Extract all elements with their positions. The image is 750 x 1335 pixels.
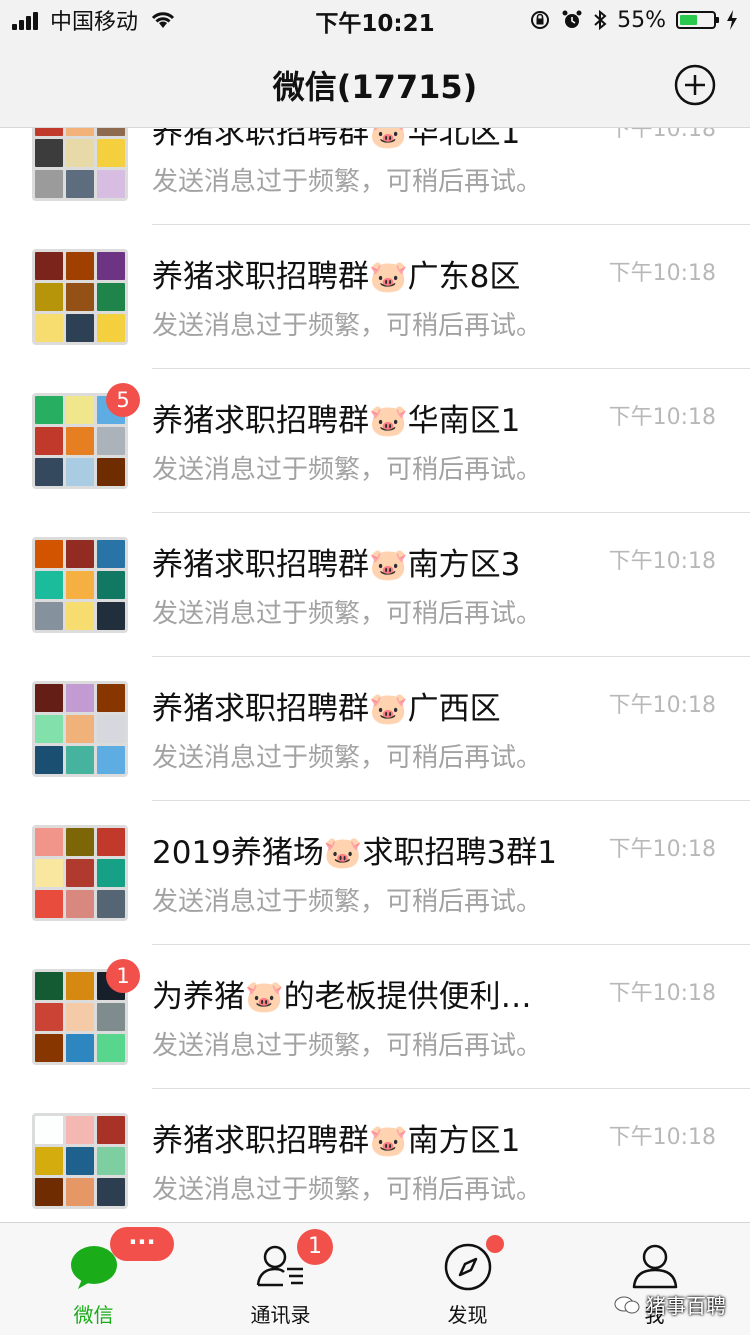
unread-badge: 1	[106, 959, 140, 993]
group-avatar	[32, 128, 128, 201]
chat-name: 养猪求职招聘群🐷南方区3	[152, 547, 521, 583]
chat-name: 2019养猪场🐷求职招聘3群1	[152, 835, 557, 871]
chat-name: 养猪求职招聘群🐷华南区1	[152, 403, 521, 439]
group-avatar	[32, 1113, 128, 1209]
chat-row[interactable]: 养猪求职招聘群🐷华北区1 发送消息过于频繁，可稍后再试。 下午10:18	[0, 128, 750, 225]
compass-icon	[444, 1243, 491, 1291]
chat-name: 养猪求职招聘群🐷南方区1	[152, 1123, 521, 1159]
tab-badge-chats: ···	[110, 1227, 174, 1261]
wechat-logo-icon	[614, 1296, 640, 1313]
group-avatar	[32, 537, 128, 633]
chat-row[interactable]: 养猪求职招聘群🐷广东8区发送消息过于频繁，可稍后再试。 下午10:18	[0, 225, 750, 369]
chat-time: 下午10:18	[608, 405, 716, 430]
chat-time: 下午10:18	[608, 261, 716, 286]
group-avatar	[32, 681, 128, 777]
chat-list[interactable]: 养猪求职招聘群🐷华北区1 发送消息过于频繁，可稍后再试。 下午10:18 养猪求职招聘…	[0, 128, 750, 1222]
battery-percent: 55%	[617, 7, 666, 33]
tab-label-discover: 发现	[447, 1303, 488, 1327]
chat-preview: 发送消息过于频繁，可稍后再试。	[152, 455, 543, 485]
chat-name: 养猪求职招聘群🐷广西区	[152, 691, 501, 727]
chat-name: 为养猪🐷的老板提供便利…	[152, 979, 532, 1015]
page-title: 微信(17715)	[272, 68, 478, 106]
unread-badge: 5	[106, 383, 140, 417]
bluetooth-icon	[594, 9, 607, 31]
charging-icon	[727, 10, 737, 30]
group-avatar	[32, 825, 128, 921]
chat-preview: 发送消息过于频繁，可稍后再试。	[152, 743, 543, 773]
chat-preview: 发送消息过于频繁，可稍后再试。	[152, 311, 543, 341]
person-icon	[632, 1244, 677, 1289]
status-right: 55%	[529, 6, 738, 34]
tab-chats[interactable]: 微信 ···	[0, 1223, 187, 1335]
chat-row[interactable]: 养猪求职招聘群🐷南方区1 发送消息过于频繁，可稍后再试。 下午10:18	[0, 1089, 750, 1222]
group-avatar	[32, 249, 128, 345]
chat-row[interactable]: 养猪求职招聘群🐷华南区1 发送消息过于频繁，可稍后再试。 下午10:18 5	[0, 369, 750, 513]
add-circle-icon[interactable]	[674, 64, 716, 106]
tab-label-chats: 微信	[73, 1303, 114, 1327]
chat-name: 养猪求职招聘群🐷华北区1	[152, 128, 521, 151]
tab-badge-contacts: 1	[297, 1229, 333, 1265]
status-bar: 中国移动 下午10:21 55%	[0, 0, 750, 40]
watermark-text: 猪事百聘	[646, 1294, 726, 1318]
chat-preview: 发送消息过于频繁，可稍后再试。	[152, 1031, 543, 1061]
chat-list-inner: 养猪求职招聘群🐷华北区1 发送消息过于频繁，可稍后再试。 下午10:18 养猪求职招聘…	[0, 128, 750, 1222]
chat-row[interactable]: 为养猪🐷的老板提供便利… 发送消息过于频繁，可稍后再试。 下午10:18 1	[0, 945, 750, 1089]
alarm-icon	[562, 10, 582, 28]
chat-preview: 发送消息过于频繁，可稍后再试。	[152, 599, 543, 629]
nav-bar: 微信(17715)	[0, 40, 750, 128]
chat-time: 下午10:18	[608, 693, 716, 718]
tab-contacts[interactable]: 通讯录 1	[187, 1223, 374, 1335]
chat-preview: 发送消息过于频繁，可稍后再试。	[152, 167, 543, 197]
tab-discover[interactable]: 发现	[374, 1223, 561, 1335]
chat-row[interactable]: 养猪求职招聘群🐷南方区3 发送消息过于频繁，可稍后再试。 下午10:18	[0, 513, 750, 657]
chat-time: 下午10:18	[608, 549, 716, 574]
tab-label-contacts: 通讯录	[250, 1303, 311, 1327]
chat-name: 养猪求职招聘群🐷广东8区	[152, 259, 521, 295]
chat-preview: 发送消息过于频繁，可稍后再试。	[152, 1175, 543, 1205]
chat-time: 下午10:18	[608, 981, 716, 1006]
chat-row[interactable]: 2019养猪场🐷求职招聘3群1 发送消息过于频繁，可稍后再试。 下午10:18	[0, 801, 750, 945]
tab-dot-discover	[486, 1235, 504, 1253]
rotation-lock-icon	[531, 11, 550, 29]
chat-preview: 发送消息过于频繁，可稍后再试。	[152, 887, 543, 917]
chat-row[interactable]: 养猪求职招聘群🐷广西区发送消息过于频繁，可稍后再试。 下午10:18	[0, 657, 750, 801]
chat-time: 下午10:18	[608, 128, 716, 142]
chat-time: 下午10:18	[608, 1125, 716, 1150]
watermark: 猪事百聘	[614, 1290, 726, 1319]
battery-icon	[676, 11, 719, 29]
chat-time: 下午10:18	[608, 837, 716, 862]
